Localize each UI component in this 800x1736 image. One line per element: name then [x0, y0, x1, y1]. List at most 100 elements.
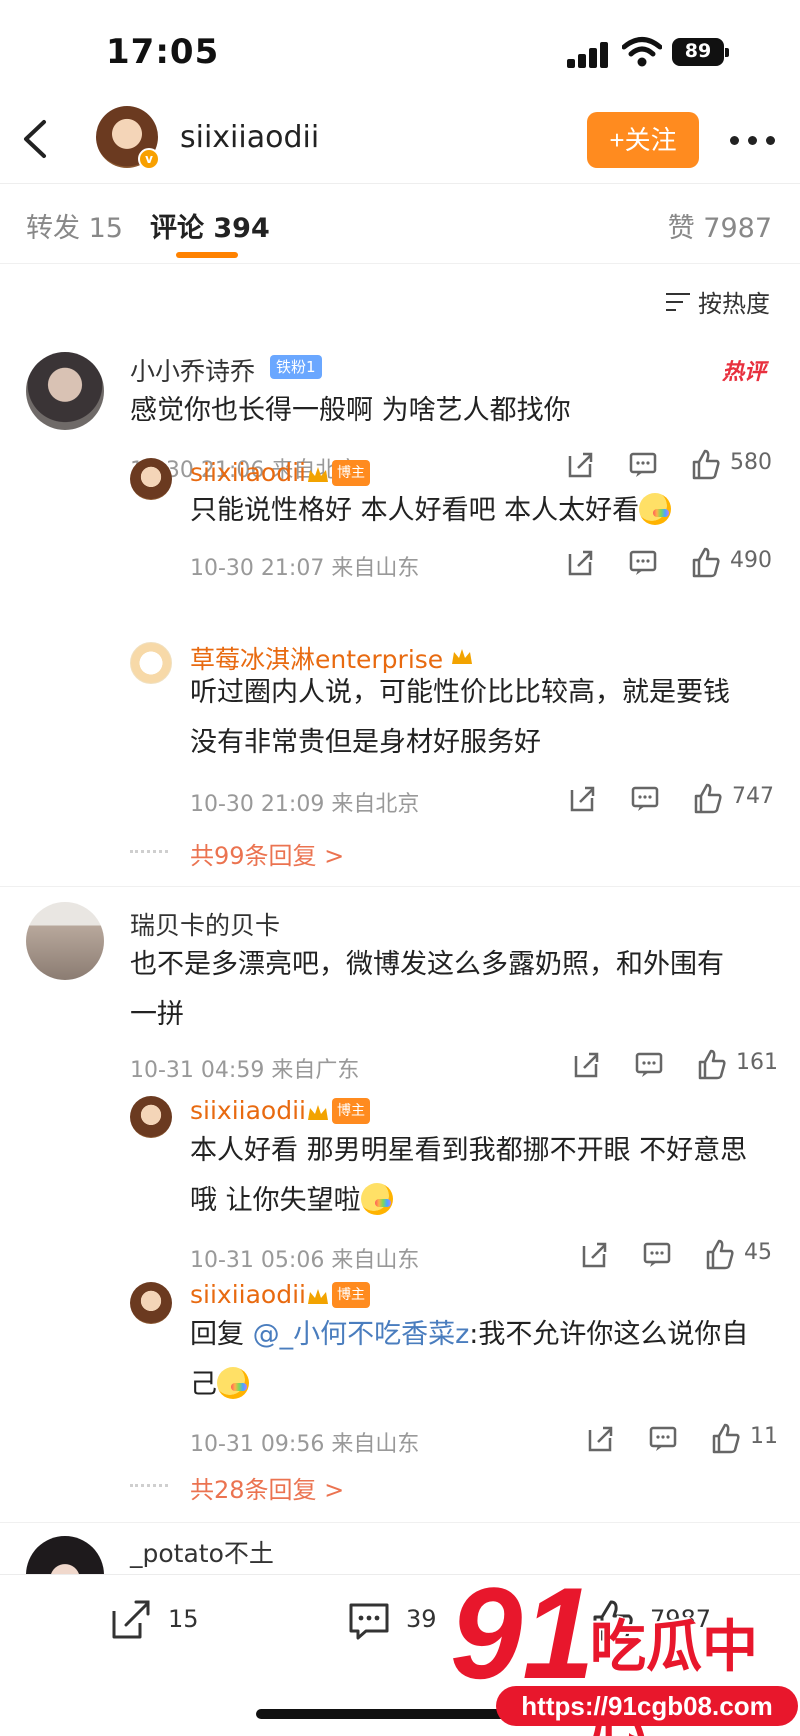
fan-badge: 铁粉1 — [270, 355, 322, 379]
like-icon[interactable] — [710, 1420, 742, 1456]
sort-by-heat-toggle[interactable]: 按热度 — [666, 284, 770, 319]
back-arrow-icon[interactable] — [14, 114, 58, 164]
verified-icon: v — [138, 148, 160, 170]
reply-text-line-2: 己 — [190, 1360, 249, 1410]
comment-meta: 10-31 04:59 来自广东 — [130, 1058, 360, 1083]
like-icon[interactable] — [690, 544, 722, 580]
crown-icon — [308, 467, 328, 482]
tab-likes[interactable]: 赞 7987 — [668, 206, 772, 245]
watermark-url: https://91cgb08.com — [496, 1686, 798, 1726]
crown-icon — [308, 1105, 328, 1120]
reply-actions: 45 — [580, 1236, 800, 1272]
reply-icon[interactable] — [628, 446, 658, 482]
post-tabs: 转发 15 评论 394 赞 7987 — [0, 184, 800, 264]
commenter-name[interactable]: 小小乔诗乔 — [130, 352, 255, 388]
reply-meta: 10-30 21:07 来自山东 — [190, 556, 420, 581]
wifi-icon — [622, 37, 662, 67]
hot-comment-badge: 热评 — [722, 360, 767, 385]
reply-author-name[interactable]: siixiiaodii — [190, 458, 306, 487]
comment-text-line-2: 一拼 — [130, 999, 184, 1030]
commenter-avatar[interactable] — [26, 1536, 104, 1574]
reply-text-line-1: 本人好看 那男明星看到我都挪不开眼 不好意思 — [190, 1135, 748, 1166]
reply-text-line-2: 哦 让你失望啦 — [190, 1176, 393, 1226]
like-count: 490 — [730, 548, 772, 573]
comment-icon — [349, 1603, 389, 1640]
comment-divider — [0, 886, 800, 887]
reply-text-line-1: 回复 @_小何不吃香菜z:我不允许你这么说你自 — [190, 1319, 749, 1350]
reply-text: 只能说性格好 本人好看吧 本人太好看 — [190, 486, 672, 536]
watermark-logo-number: 91 — [450, 1560, 595, 1706]
like-icon[interactable] — [704, 1236, 736, 1272]
commenter-avatar[interactable] — [26, 902, 104, 980]
rainbow-face-emoji-icon — [360, 1183, 393, 1215]
reply-meta: 10-30 21:09 来自北京 — [190, 792, 420, 817]
comment-text-line-1: 也不是多漂亮吧，微博发这么多露奶照，和外围有 — [130, 949, 724, 980]
reply-meta: 10-31 09:56 来自山东 — [190, 1432, 420, 1457]
reply-avatar[interactable] — [130, 1096, 172, 1138]
share-icon[interactable] — [572, 1046, 600, 1082]
like-count: 580 — [730, 450, 772, 475]
comment-actions: 161 — [572, 1046, 798, 1082]
commenter-name[interactable]: 瑞贝卡的贝卡 — [130, 906, 280, 942]
like-icon[interactable] — [690, 446, 722, 482]
comment-actions: 580 — [560, 446, 790, 482]
reply-icon[interactable] — [642, 1236, 672, 1272]
reply-icon[interactable] — [628, 544, 658, 580]
reply-meta: 10-31 05:06 来自山东 — [190, 1248, 420, 1273]
tab-reposts[interactable]: 转发 15 — [26, 206, 123, 245]
reply-actions: 747 — [568, 780, 798, 816]
tab-comments[interactable]: 评论 394 — [150, 206, 270, 245]
reply-text-line-2: 没有非常贵但是身材好服务好 — [190, 727, 541, 758]
dotted-separator — [130, 1484, 168, 1487]
like-count: 161 — [736, 1050, 778, 1075]
reply-avatar[interactable] — [130, 642, 172, 684]
rainbow-face-emoji-icon — [639, 493, 672, 525]
share-icon[interactable] — [566, 544, 594, 580]
like-icon[interactable] — [692, 780, 724, 816]
repost-count: 15 — [168, 1605, 199, 1633]
like-count: 11 — [750, 1424, 778, 1449]
comment-item: 瑞贝卡的贝卡 也不是多漂亮吧，微博发这么多露奶照，和外围有 一拼 10-31 0… — [0, 900, 800, 1504]
comment-item: 小小乔诗乔 铁粉1 热评 感觉你也长得一般啊 为啥艺人都找你 10-30 21:… — [0, 340, 800, 880]
active-tab-indicator — [176, 252, 238, 258]
like-count: 45 — [744, 1240, 772, 1265]
view-more-replies-link[interactable]: 共99条回复 > — [190, 836, 344, 871]
comment-text: 感觉你也长得一般啊 为啥艺人都找你 — [130, 395, 571, 426]
reply-author-name[interactable]: siixiiaodii — [190, 1280, 306, 1309]
share-icon[interactable] — [566, 446, 594, 482]
view-more-replies-link[interactable]: 共28条回复 > — [190, 1470, 344, 1505]
status-bar: 17:05 89 — [0, 0, 800, 100]
author-avatar[interactable]: v — [96, 106, 160, 170]
reply-actions: 490 — [566, 544, 796, 580]
repost-icon — [112, 1600, 150, 1639]
dotted-separator — [130, 850, 168, 853]
reply-actions: 11 — [586, 1420, 800, 1456]
reply-icon[interactable] — [630, 780, 660, 816]
share-icon[interactable] — [580, 1236, 608, 1272]
commenter-avatar[interactable] — [26, 352, 104, 430]
share-icon[interactable] — [586, 1420, 614, 1456]
reply-avatar[interactable] — [130, 458, 172, 500]
like-icon[interactable] — [696, 1046, 728, 1082]
sort-label: 按热度 — [698, 290, 770, 318]
share-icon[interactable] — [568, 780, 596, 816]
more-options-icon[interactable] — [728, 124, 778, 154]
reply-text-line-1: 听过圈内人说，可能性价比比较高，就是要钱 — [190, 677, 730, 708]
author-badge: 博主 — [332, 1282, 370, 1308]
like-count: 747 — [732, 784, 774, 809]
follow-button[interactable]: +关注 — [587, 112, 699, 168]
crown-icon — [452, 649, 472, 664]
reply-icon[interactable] — [634, 1046, 664, 1082]
reply-icon[interactable] — [648, 1420, 678, 1456]
sort-icon — [666, 291, 692, 313]
author-username[interactable]: siixiiaodii — [180, 120, 319, 155]
mention-link[interactable]: @_小何不吃香菜z — [253, 1319, 470, 1350]
top-nav-bar: v siixiiaodii +关注 — [0, 100, 800, 184]
commenter-name[interactable]: _potato不土 — [130, 1534, 274, 1570]
crown-icon — [308, 1289, 328, 1304]
repost-button[interactable]: 15 — [108, 1597, 218, 1647]
site-watermark: 91 吃瓜中心 https://91cgb08.com — [430, 1568, 800, 1736]
reply-avatar[interactable] — [130, 1282, 172, 1324]
reply-author-name[interactable]: siixiiaodii — [190, 1096, 306, 1125]
author-badge: 博主 — [332, 1098, 370, 1124]
